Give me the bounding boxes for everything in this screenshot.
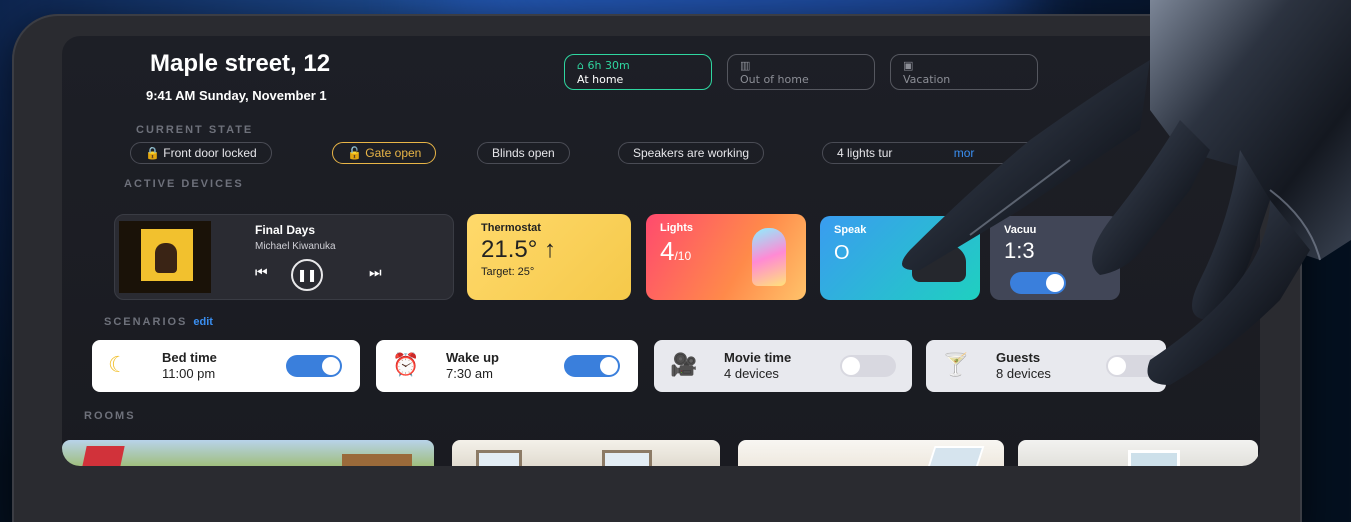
room-card-garden[interactable]	[62, 440, 434, 466]
chip-label: Gate open	[365, 146, 422, 160]
mode-at-home-button[interactable]: ⌂ 6h 30m At home	[564, 54, 712, 90]
home-icon: ⌂	[577, 59, 584, 72]
arrow-up-icon: ↑	[543, 236, 556, 263]
scenario-name: Movie time	[724, 350, 792, 365]
bed-time-toggle[interactable]	[286, 355, 342, 377]
state-chip-speakers[interactable]: Speakers are working	[618, 142, 765, 164]
thermostat-value: 21.5°	[481, 236, 538, 263]
robot-hand-image	[902, 0, 1351, 385]
state-chip-front-door[interactable]: 🔒 Front door locked	[130, 142, 272, 164]
date-time: 9:41 AM Sunday, November 1	[146, 88, 327, 103]
moon-icon: ☾	[108, 352, 128, 377]
chip-label: Speakers are working	[633, 146, 750, 160]
room-card-living[interactable]	[452, 440, 720, 466]
scenario-detail: 11:00 pm	[162, 366, 216, 381]
wake-up-toggle[interactable]	[564, 355, 620, 377]
pause-icon: ❚❚	[296, 268, 318, 282]
state-chip-gate[interactable]: 🔓 Gate open	[332, 142, 437, 164]
light-bulb-icon	[752, 228, 786, 286]
scenario-wake-up[interactable]: ⏰ Wake up 7:30 am	[376, 340, 638, 392]
edit-scenarios-link[interactable]: edit	[193, 316, 213, 328]
music-player-card[interactable]: Final Days Michael Kiwanuka ⏮ ❚❚ ⏭	[114, 214, 454, 300]
next-track-icon[interactable]: ⏭	[369, 265, 382, 281]
mode-label: Out of home	[740, 73, 809, 86]
thermostat-label: Thermostat	[481, 222, 541, 234]
album-cover	[119, 221, 211, 293]
scenarios-heading: SCENARIOS edit	[104, 316, 213, 328]
alarm-clock-icon: ⏰	[392, 352, 420, 377]
state-chip-blinds[interactable]: Blinds open	[477, 142, 570, 164]
scenario-detail: 7:30 am	[446, 366, 493, 381]
track-title: Final Days	[255, 223, 316, 237]
room-card-bedroom[interactable]	[738, 440, 1004, 466]
pause-button[interactable]: ❚❚	[291, 259, 323, 291]
building-icon: ▥	[740, 59, 751, 72]
lights-total: /10	[674, 249, 692, 263]
unlock-icon: 🔓	[347, 146, 362, 160]
room-card-kitchen[interactable]	[1018, 440, 1258, 466]
thermostat-card[interactable]: Thermostat 21.5° ↑ Target: 25°	[467, 214, 631, 300]
current-state-heading: CURRENT STATE	[136, 124, 254, 136]
active-devices-heading: ACTIVE DEVICES	[124, 178, 244, 190]
lock-icon: 🔒	[145, 146, 160, 160]
thermostat-target: Target: 25°	[481, 266, 535, 278]
lights-on-count: 4	[660, 236, 675, 266]
chip-label: Blinds open	[492, 146, 555, 160]
previous-track-icon[interactable]: ⏮	[255, 265, 268, 281]
track-artist: Michael Kiwanuka	[255, 241, 336, 252]
scenario-bed-time[interactable]: ☾ Bed time 11:00 pm	[92, 340, 360, 392]
page-title: Maple street, 12	[150, 50, 331, 77]
lights-card[interactable]: Lights 4/10	[646, 214, 806, 300]
scenario-detail: 4 devices	[724, 366, 779, 381]
mode-label: At home	[577, 73, 624, 86]
mode-duration: 6h 30m	[587, 59, 630, 72]
rooms-heading: ROOMS	[84, 410, 136, 422]
scenarios-label: SCENARIOS	[104, 316, 188, 328]
scenario-name: Bed time	[162, 350, 217, 365]
chip-label: Front door locked	[163, 146, 257, 160]
movie-camera-icon: 🎥	[670, 352, 698, 377]
scenario-name: Wake up	[446, 350, 499, 365]
